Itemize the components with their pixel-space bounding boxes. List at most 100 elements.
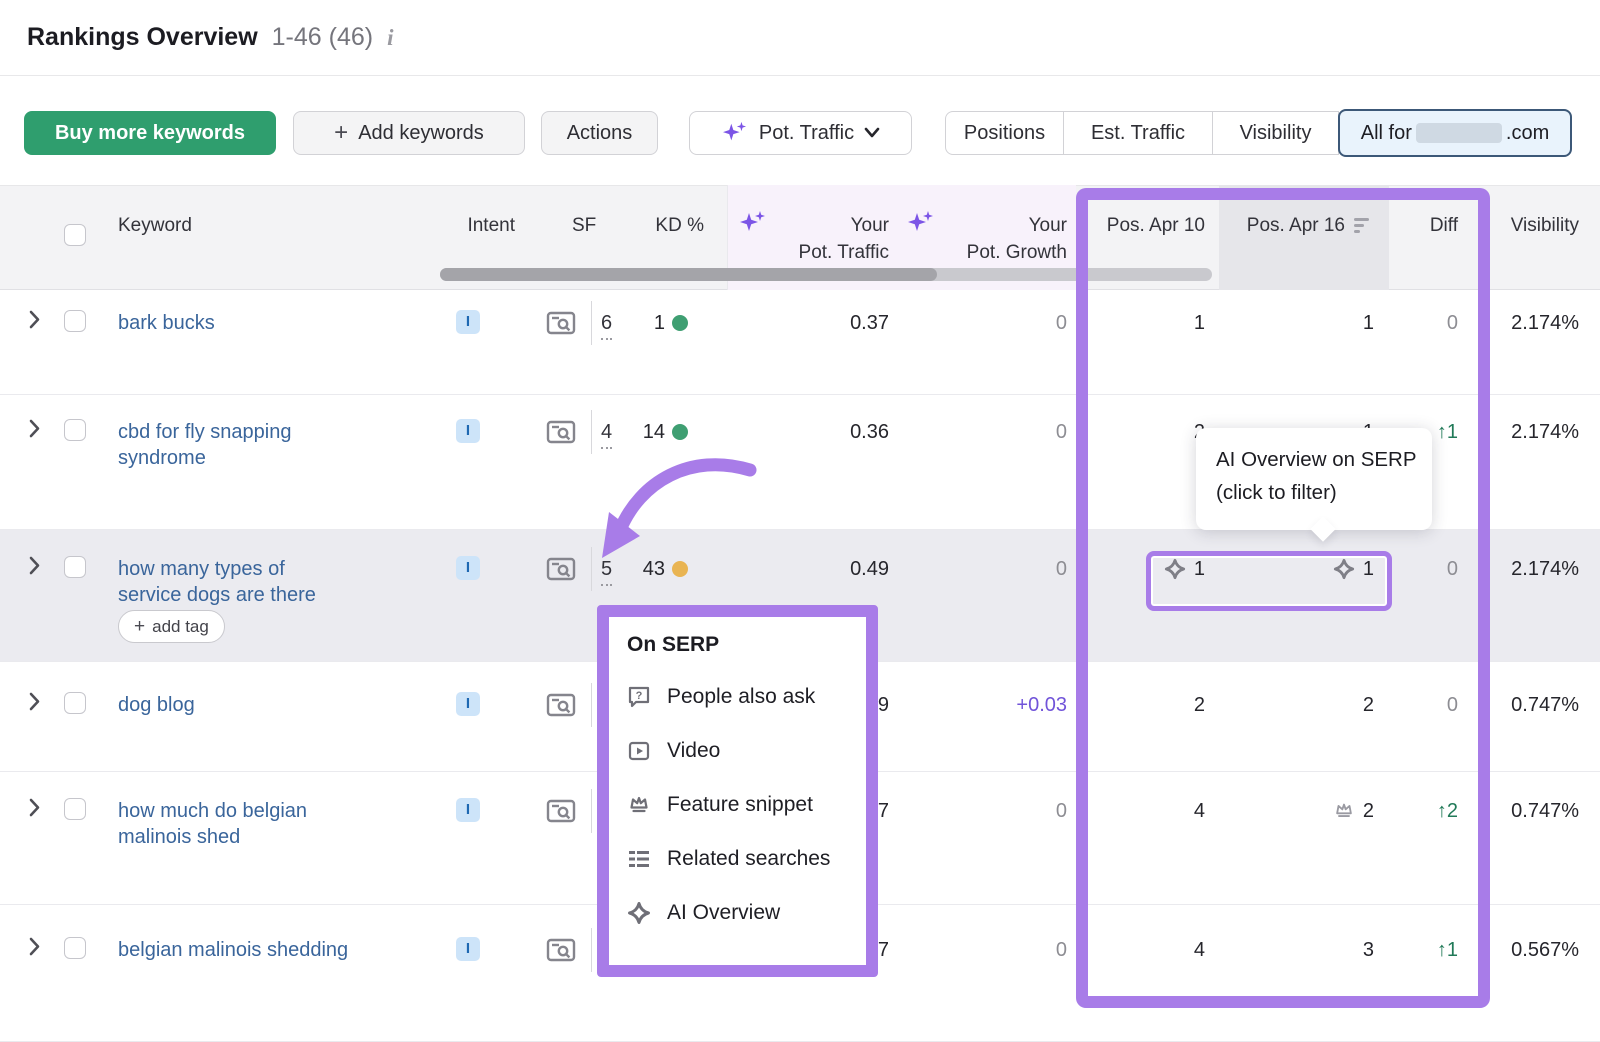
pos-apr10-value: 2 (1194, 692, 1205, 718)
domain-prefix-label: All for (1361, 122, 1412, 145)
pot-growth-value: 0 (1056, 556, 1067, 582)
cell-divider (591, 928, 592, 972)
keyword-link[interactable]: how many types of service dogs are there (118, 556, 336, 608)
intent-badge[interactable]: I (456, 556, 480, 580)
chevron-down-icon (864, 127, 880, 139)
select-all-checkbox[interactable] (64, 224, 86, 246)
add-tag-button[interactable]: + add tag (118, 610, 225, 643)
serp-feature-item: AI Overview (627, 899, 848, 927)
serp-features-icon[interactable] (546, 419, 576, 445)
cell-divider (591, 789, 592, 833)
kd-level-dot-icon (672, 315, 688, 331)
serp-features-icon[interactable] (546, 556, 576, 582)
domain-suffix-label: .com (1506, 122, 1549, 145)
serp-features-icon[interactable] (546, 310, 576, 336)
intent-badge[interactable]: I (456, 692, 480, 716)
actions-label: Actions (567, 122, 633, 145)
column-header-pot-growth[interactable]: Your Pot. Growth (967, 212, 1067, 266)
visibility-value: 2.174% (1511, 310, 1579, 336)
keyword-link[interactable]: cbd for fly snapping syndrome (118, 419, 348, 471)
pot-traffic-line1: Your (799, 212, 889, 239)
diff-value: ↑2 (1437, 798, 1458, 824)
tab-est-traffic[interactable]: Est. Traffic (1063, 111, 1213, 155)
row-checkbox[interactable] (64, 310, 86, 332)
expand-chevron-icon[interactable] (28, 937, 41, 956)
pos-apr10-value: 4 (1194, 937, 1205, 963)
keyword-link[interactable]: dog blog (118, 692, 418, 718)
diff-value: 0 (1447, 692, 1458, 718)
actions-button[interactable]: Actions (541, 111, 658, 155)
column-header-pos-apr10[interactable]: Pos. Apr 10 (1107, 212, 1205, 239)
expand-chevron-icon[interactable] (28, 419, 41, 438)
add-keywords-label: Add keywords (358, 122, 484, 145)
serp-feature-item: Video (627, 737, 848, 765)
intent-badge[interactable]: I (456, 937, 480, 961)
serp-features-icon[interactable] (546, 798, 576, 824)
people-also-ask-icon: ? (627, 685, 651, 709)
buy-more-keywords-button[interactable]: Buy more keywords (24, 111, 276, 155)
tab-all-for-domain[interactable]: All for .com (1338, 109, 1572, 157)
tooltip-line1: AI Overview on SERP (1216, 443, 1412, 476)
serp-feature-label: Feature snippet (667, 793, 813, 817)
intent-badge[interactable]: I (456, 419, 480, 443)
column-header-pos-apr16[interactable]: Pos. Apr 16 (1247, 212, 1374, 239)
featured-snippet-crown-icon (1333, 800, 1355, 822)
serp-feature-label: Video (667, 739, 720, 763)
column-header-diff[interactable]: Diff (1430, 212, 1458, 239)
ai-overview-icon (627, 901, 651, 925)
kd-level-dot-icon (672, 424, 688, 440)
sf-count[interactable]: 6 (601, 310, 612, 340)
row-checkbox[interactable] (64, 419, 86, 441)
add-keywords-button[interactable]: + Add keywords (293, 111, 525, 155)
intent-badge[interactable]: I (456, 798, 480, 822)
sparkles-icon (738, 210, 768, 236)
pot-traffic-value: 0.49 (850, 556, 889, 582)
keyword-link[interactable]: belgian malinois shedding (118, 937, 418, 963)
intent-badge[interactable]: I (456, 310, 480, 334)
cell-divider (591, 301, 592, 345)
kd-value: 1 (654, 310, 665, 336)
horizontal-scrollbar-thumb[interactable] (440, 268, 937, 281)
visibility-value: 2.174% (1511, 419, 1579, 445)
sf-count[interactable]: 4 (601, 419, 612, 449)
column-header-visibility[interactable]: Visibility (1511, 212, 1579, 239)
column-header-keyword[interactable]: Keyword (118, 212, 192, 239)
sparkles-icon (906, 210, 936, 236)
visibility-value: 2.174% (1511, 556, 1579, 582)
table-row: bark bucks I 6 1 0.37 0 1 1 0 2.174% (0, 290, 1600, 395)
feature-snippet-icon (627, 793, 651, 817)
column-header-pot-traffic[interactable]: Your Pot. Traffic (799, 212, 889, 266)
tab-visibility[interactable]: Visibility (1212, 111, 1339, 155)
keyword-link[interactable]: how much do belgian malinois shed (118, 798, 353, 850)
sf-count[interactable]: 5 (601, 556, 612, 586)
column-header-kd[interactable]: KD % (655, 212, 704, 239)
expand-chevron-icon[interactable] (28, 692, 41, 711)
tab-positions[interactable]: Positions (945, 111, 1064, 155)
pot-traffic-line2: Pot. Traffic (799, 239, 889, 266)
row-checkbox[interactable] (64, 798, 86, 820)
row-checkbox[interactable] (64, 556, 86, 578)
pot-growth-value: 0 (1056, 937, 1067, 963)
pot-growth-value: 0 (1056, 310, 1067, 336)
info-icon[interactable]: i (387, 25, 393, 51)
expand-chevron-icon[interactable] (28, 556, 41, 575)
row-checkbox[interactable] (64, 937, 86, 959)
pos-apr16-label: Pos. Apr 16 (1247, 212, 1345, 239)
row-checkbox[interactable] (64, 692, 86, 714)
expand-chevron-icon[interactable] (28, 798, 41, 817)
pot-traffic-value: 0.36 (850, 419, 889, 445)
on-serp-popup: On SERP ? People also ask Video Feature … (597, 605, 878, 977)
serp-feature-label: Related searches (667, 847, 830, 871)
expand-chevron-icon[interactable] (28, 310, 41, 329)
serp-features-icon[interactable] (546, 937, 576, 963)
metric-dropdown[interactable]: Pot. Traffic (689, 111, 912, 155)
pos-apr16-value: 1 (1333, 556, 1374, 582)
visibility-value: 0.747% (1511, 798, 1579, 824)
column-header-sf[interactable]: SF (572, 212, 596, 239)
sort-descending-icon (1354, 217, 1374, 234)
column-header-intent[interactable]: Intent (467, 212, 515, 239)
serp-features-icon[interactable] (546, 692, 576, 718)
metric-dropdown-label: Pot. Traffic (759, 122, 854, 145)
keyword-link[interactable]: bark bucks (118, 310, 418, 336)
kd-level-dot-icon (672, 561, 688, 577)
